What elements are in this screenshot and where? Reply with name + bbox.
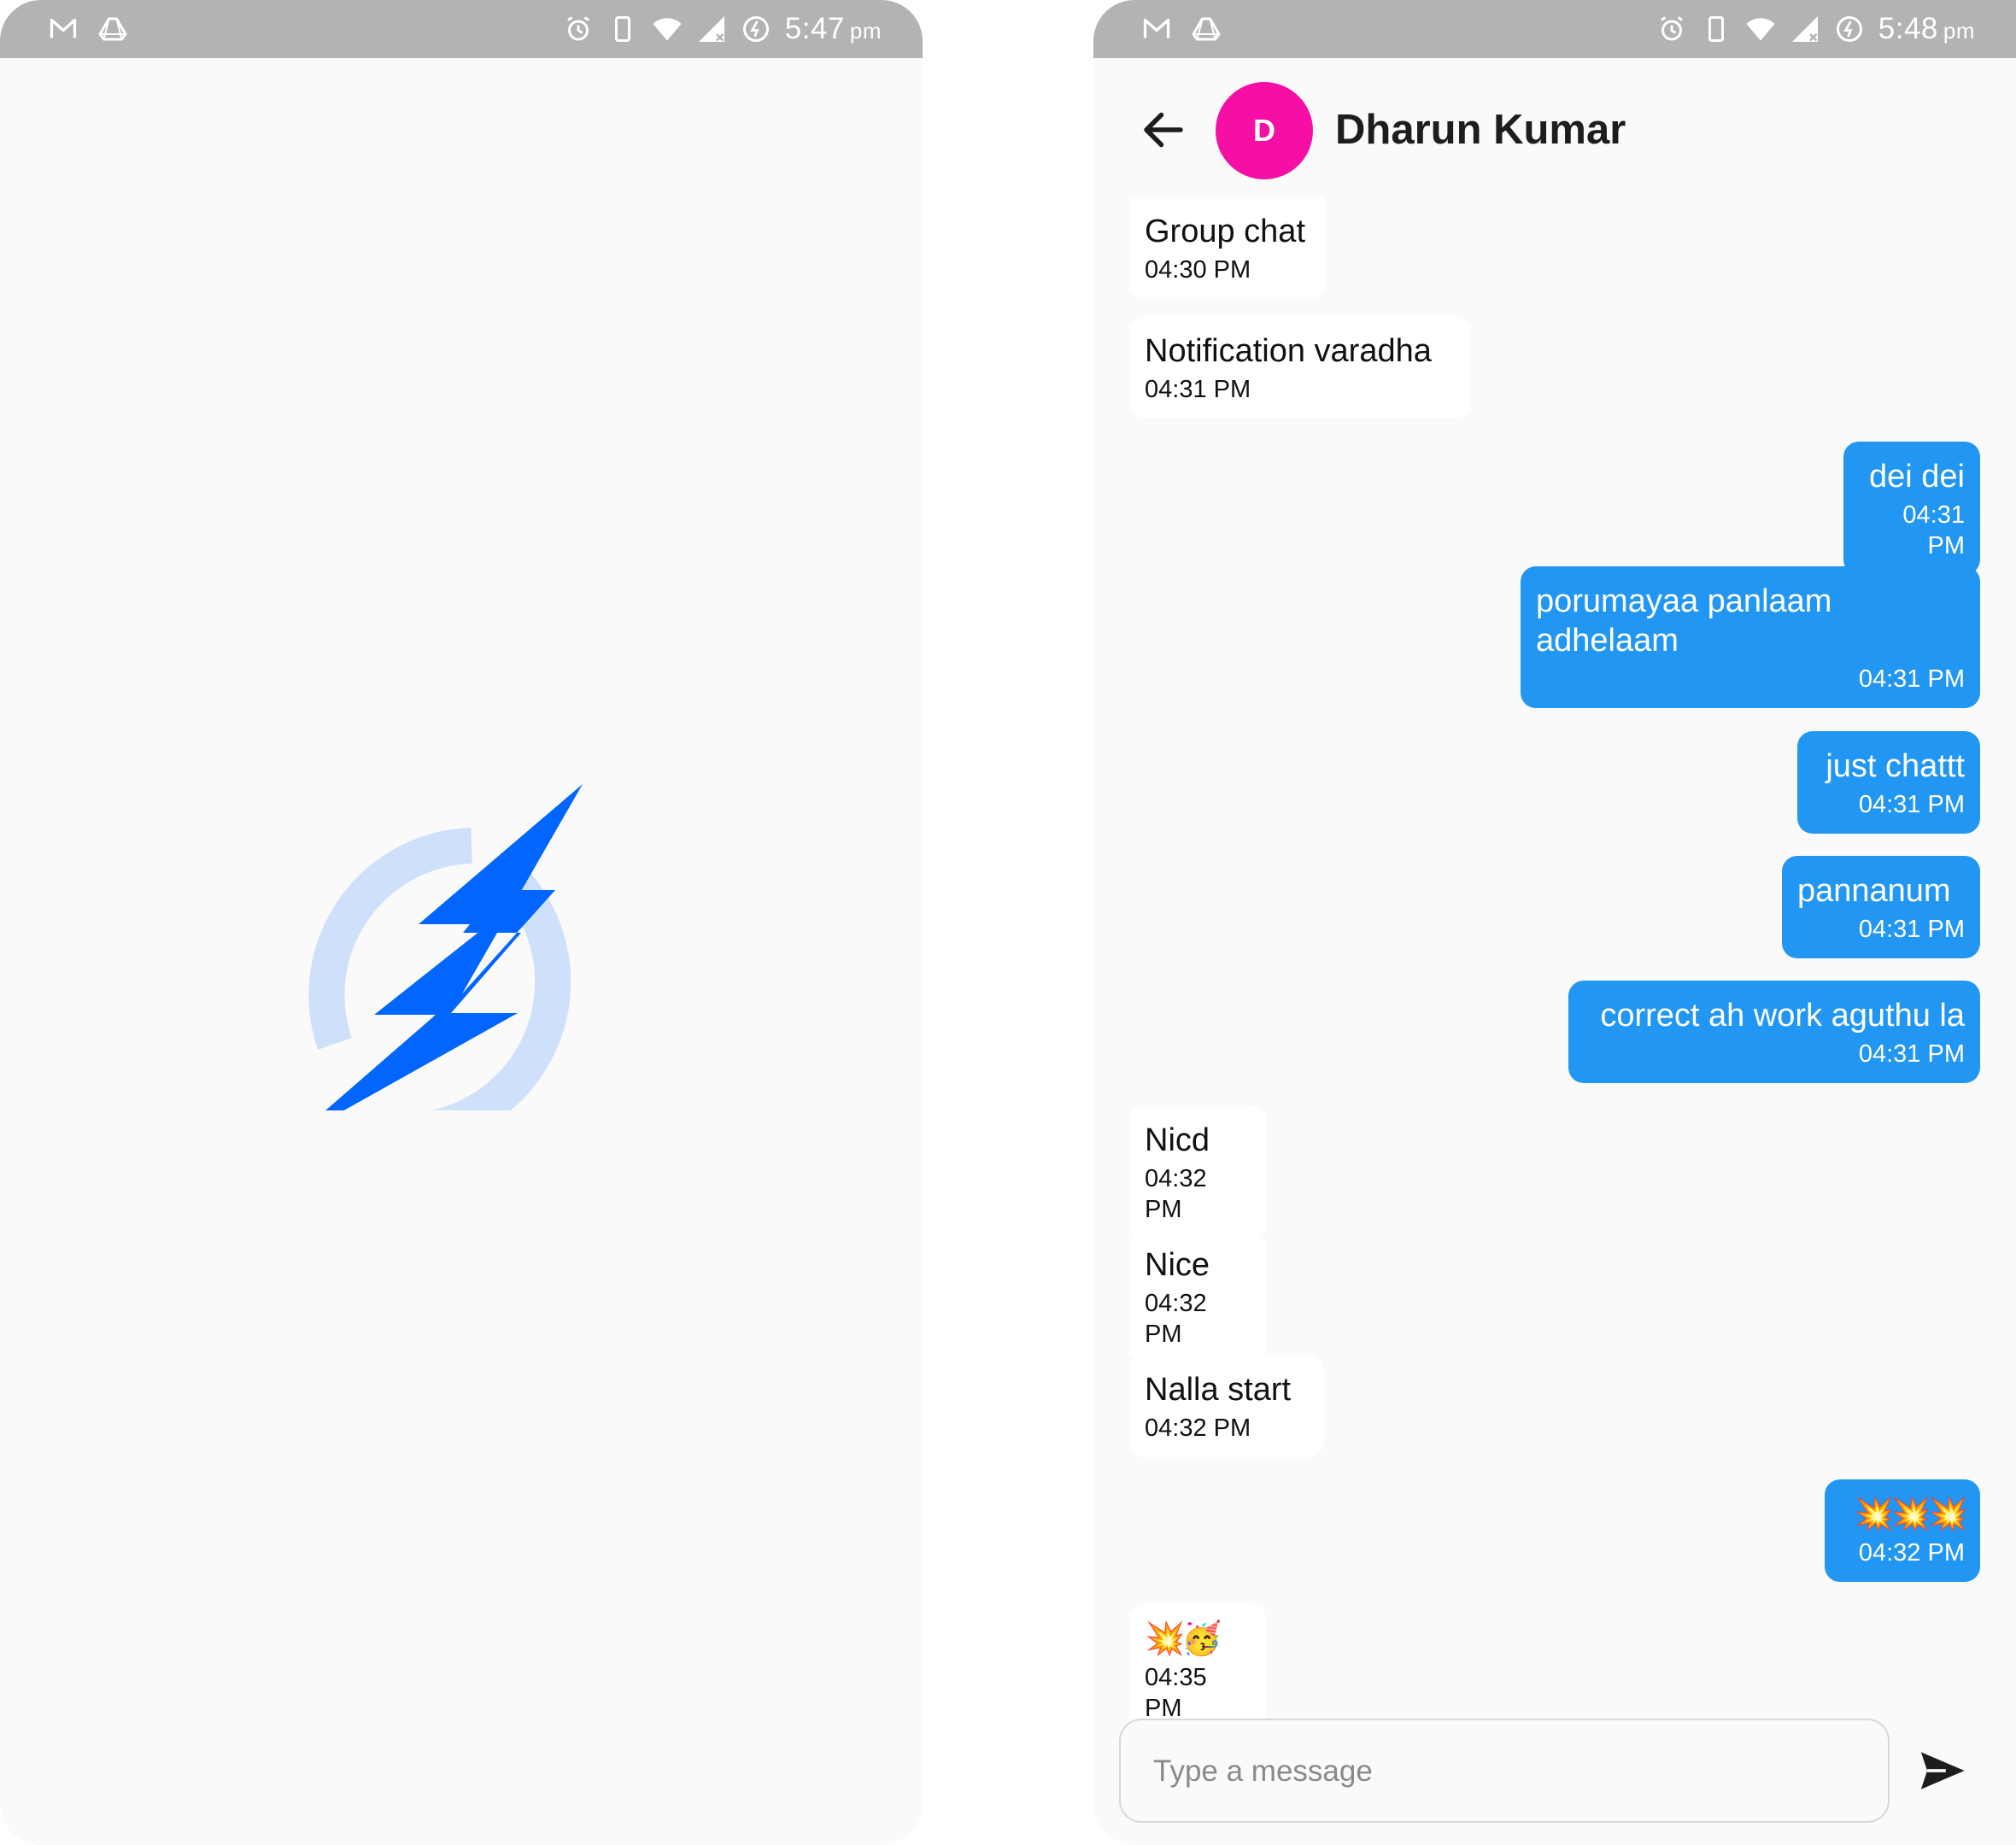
message-time: 04:32 PM	[1145, 1290, 1207, 1348]
message-bubble-outgoing[interactable]: porumayaa panlaam adhelaam 04:31 PM	[1521, 566, 1980, 708]
gmail-icon	[1143, 18, 1170, 38]
avatar[interactable]: D	[1216, 82, 1313, 179]
message-bubble-incoming[interactable]: 💥🥳 04:35 PM	[1129, 1604, 1266, 1737]
alarm-icon	[1660, 16, 1683, 41]
message-bubble-incoming[interactable]: Nicd 04:32 PM	[1129, 1105, 1266, 1239]
status-time: 5:47 pm	[784, 12, 882, 45]
message-time: 04:31 PM	[1145, 376, 1251, 403]
message-text: Nice	[1145, 1247, 1210, 1283]
message-time: 04:31 PM	[1858, 665, 1965, 693]
message-time: 04:32 PM	[1145, 1414, 1251, 1442]
battery-saver-icon	[1836, 16, 1862, 42]
message-bubble-outgoing[interactable]: 💥💥💥 04:32 PM	[1825, 1479, 1980, 1582]
signal-icon	[1791, 16, 1818, 42]
wifi-icon	[653, 18, 682, 41]
message-text: just chattt	[1826, 748, 1965, 784]
message-bubble-incoming[interactable]: Nalla start 04:32 PM	[1129, 1355, 1324, 1457]
message-time: 04:32 PM	[1145, 1165, 1207, 1223]
message-text: Nicd	[1145, 1122, 1210, 1158]
message-bubble-incoming[interactable]: Nice 04:32 PM	[1129, 1230, 1266, 1363]
app-logo-bolt-icon	[308, 784, 583, 1110]
status-bar: 5:48 pm	[1093, 0, 2016, 58]
message-time: 04:31 PM	[1902, 501, 1965, 559]
message-text: 💥💥💥	[1854, 1496, 1968, 1532]
message-time: 04:30 PM	[1145, 256, 1251, 284]
gmail-icon	[50, 18, 77, 38]
message-bubble-incoming[interactable]: Group chat 04:30 PM	[1129, 196, 1326, 299]
splash-screen: 5:47 pm	[0, 0, 923, 1845]
message-composer	[1119, 1719, 1890, 1823]
wifi-icon	[1746, 18, 1775, 41]
alarm-icon	[566, 16, 589, 41]
chat-header: D Dharun Kumar	[1093, 58, 2016, 202]
message-bubble-outgoing[interactable]: just chattt 04:31 PM	[1797, 731, 1980, 834]
chat-screen: 5:48 pm D Dharun Kumar Group chat 04:30 P…	[1093, 0, 2016, 1845]
status-bar: 5:47 pm	[0, 0, 923, 58]
message-bubble-outgoing[interactable]: correct ah work aguthu la 04:31 PM	[1568, 981, 1980, 1083]
message-time: 04:35 PM	[1145, 1664, 1207, 1722]
message-time: 04:32 PM	[1858, 1539, 1965, 1567]
message-text: correct ah work aguthu la	[1600, 998, 1965, 1034]
message-text: Group chat	[1145, 214, 1305, 249]
message-text: 💥🥳	[1145, 1621, 1222, 1657]
message-time: 04:31 PM	[1858, 791, 1965, 818]
battery-saver-icon	[742, 16, 769, 42]
send-icon[interactable]	[1915, 1746, 1968, 1795]
contact-name[interactable]: Dharun Kumar	[1335, 106, 1626, 154]
message-text: Nalla start	[1145, 1372, 1292, 1408]
back-arrow-icon[interactable]	[1138, 104, 1189, 155]
message-text: pannanum	[1797, 873, 1951, 909]
message-time: 04:31 PM	[1858, 916, 1965, 943]
vibrate-icon	[614, 16, 630, 42]
message-bubble-incoming[interactable]: Notification varadha 04:31 PM	[1129, 316, 1471, 419]
message-text: Notification varadha	[1145, 333, 1432, 369]
drive-icon	[98, 17, 127, 41]
message-time: 04:31 PM	[1858, 1040, 1965, 1068]
signal-icon	[698, 16, 724, 42]
vibrate-icon	[1708, 16, 1724, 42]
message-list[interactable]: Group chat 04:30 PM Notification varadha…	[1093, 196, 2016, 1737]
status-time: 5:48 pm	[1878, 12, 1975, 45]
message-bubble-outgoing[interactable]: pannanum 04:31 PM	[1782, 856, 1980, 958]
message-text: dei dei	[1869, 459, 1965, 495]
message-text: porumayaa panlaam adhelaam	[1536, 583, 1832, 659]
message-bubble-outgoing[interactable]: dei dei 04:31 PM	[1843, 442, 1980, 575]
drive-icon	[1192, 17, 1221, 41]
message-input[interactable]	[1152, 1720, 1855, 1823]
